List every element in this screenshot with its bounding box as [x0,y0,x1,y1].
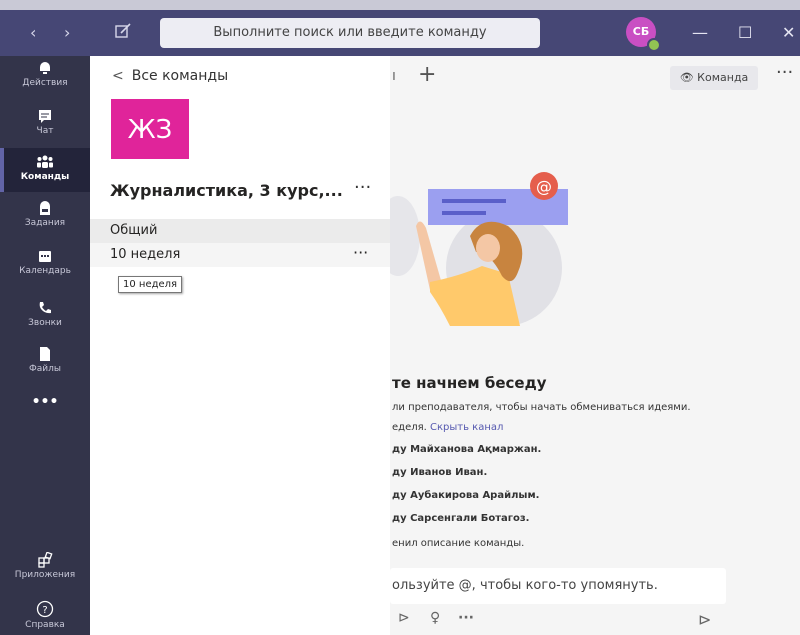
activity-line: ду Майханова Ақмаржан. [392,444,542,455]
chat-icon [39,110,51,123]
top-strip [0,0,800,10]
main-more-button[interactable]: ··· [776,62,793,83]
search-input[interactable]: Выполните поиск или введите команду [160,18,540,48]
back-nav-icon[interactable]: ‹ [30,23,36,42]
svg-text:@: @ [536,177,552,196]
rail-item-chat[interactable]: Чат [0,108,90,148]
team-avatar: ЖЗ [111,99,189,159]
calendar-icon [39,251,51,262]
hide-channel-link[interactable]: Скрыть канал [430,422,503,433]
rail-label: Задания [24,218,66,228]
rail-label: Справка [25,620,65,630]
rail-label: Файлы [29,364,61,374]
rail-label: Звонки [28,318,62,328]
new-chat-icon[interactable] [114,22,132,40]
rail-item-calls[interactable]: Звонки [0,300,90,340]
channel-week-10[interactable]: 10 неделя ··· [90,243,390,267]
team-more-button[interactable]: ··· [354,177,371,198]
teams-icon [37,155,53,168]
minimize-icon[interactable]: — [692,23,708,42]
team-panel: < Все команды ЖЗ Журналистика, 3 курс,...… [90,56,390,635]
welcome-heading: те начнем беседу [392,374,547,392]
rail-label: Календарь [19,266,71,276]
chevron-left-icon: < [112,68,124,84]
team-button-label: Команда [697,71,749,84]
lightbulb-icon[interactable]: ♀ [430,610,440,626]
bell-icon [40,62,50,74]
svg-text:?: ? [42,605,47,616]
assignments-icon [40,201,50,215]
help-icon: ? [36,600,54,618]
activity-line: ду Сарсенгали Ботагоз. [392,513,530,524]
rail-item-help[interactable]: ? Справка [0,600,90,634]
channel-label: Общий [110,223,158,238]
channel-tooltip: 10 неделя [118,276,183,293]
welcome-line: еделя. Скрыть канал [392,422,503,433]
title-bar: ‹ › Выполните поиск или введите команду … [0,10,800,56]
rail-label: Приложения [14,570,76,580]
channel-more-button[interactable]: ··· [353,241,368,265]
all-teams-link[interactable]: < Все команды [112,68,228,84]
activity-line: ду Иванов Иван. [392,467,488,478]
rail-item-activity[interactable]: Действия [0,60,90,100]
rail-item-apps[interactable]: Приложения [0,552,90,588]
channel-general[interactable]: Общий [90,219,390,243]
conversation-illustration: @ [390,172,568,326]
compose-more-button[interactable]: ··· [458,610,474,626]
rail-item-teams[interactable]: Команды [0,148,90,192]
forward-nav-icon[interactable]: › [64,23,70,42]
app-rail: Действия Чат Команды Задания Календарь З… [0,56,90,635]
activity-line: ду Аубакирова Арайлым. [392,490,540,501]
team-button[interactable]: 👁 Команда [670,66,758,90]
files-icon [40,347,50,361]
channel-label: 10 неделя [110,247,181,262]
eye-icon: 👁 [679,71,694,84]
phone-icon [39,302,51,314]
rail-label: Действия [22,78,68,88]
rail-more-button[interactable]: ••• [0,394,90,414]
apps-icon [38,552,53,568]
welcome-line: ли преподавателя, чтобы начать обмениват… [392,402,691,413]
close-icon[interactable]: ✕ [782,23,795,42]
send-icon[interactable]: ⊳ [698,610,711,629]
welcome-line-text: еделя. [392,422,427,433]
rail-item-assignments[interactable]: Задания [0,200,90,240]
partial-tab[interactable]: ı [392,68,396,84]
all-teams-label: Все команды [131,68,229,84]
rail-item-calendar[interactable]: Календарь [0,248,90,288]
send-later-icon[interactable]: ⊳ [398,610,410,626]
rail-item-files[interactable]: Файлы [0,346,90,386]
activity-line: енил описание команды. [392,538,525,549]
presence-badge [647,38,661,52]
add-tab-icon[interactable]: + [418,62,436,87]
team-name: Журналистика, 3 курс,... [110,181,343,200]
rail-label: Команды [20,172,70,182]
maximize-icon[interactable]: ☐ [738,23,752,42]
rail-label: Чат [36,126,54,136]
compose-input[interactable]: ользуйте @, чтобы кого-то упомянуть. [390,568,726,604]
